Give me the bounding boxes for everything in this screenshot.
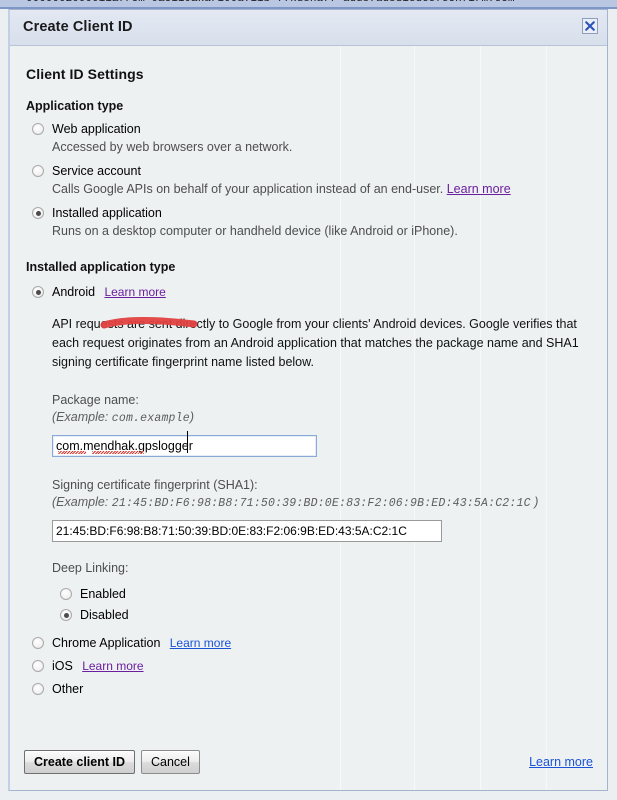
footer-learn-more-link[interactable]: Learn more bbox=[529, 755, 593, 769]
radio-desc-installed-application: Runs on a desktop computer or handheld d… bbox=[52, 224, 458, 238]
learn-more-link-chrome-application[interactable]: Learn more bbox=[170, 636, 231, 650]
radio-label-android: Android bbox=[52, 285, 96, 299]
radio-label-service-account: Service account bbox=[52, 164, 141, 178]
cancel-button[interactable]: Cancel bbox=[141, 750, 200, 774]
dialog-footer: Create client ID Cancel Learn more bbox=[10, 730, 607, 790]
browser-url-text: 0000002000011&from=0&o110&kar100a?11b+77… bbox=[26, 0, 514, 5]
radio-other[interactable] bbox=[32, 683, 44, 695]
radio-ios[interactable] bbox=[32, 660, 44, 672]
radio-desc-service-account-text: Calls Google APIs on behalf of your appl… bbox=[52, 182, 444, 196]
radio-label-deep-link-enabled: Enabled bbox=[80, 587, 126, 601]
dialog-title: Create Client ID bbox=[23, 19, 133, 35]
android-description: API requests are sent directly to Google… bbox=[52, 317, 579, 369]
learn-more-link-ios[interactable]: Learn more bbox=[82, 659, 143, 673]
learn-more-link-android[interactable]: Learn more bbox=[104, 285, 165, 299]
package-name-example: (Example: com.example) bbox=[52, 409, 581, 427]
radio-android[interactable] bbox=[32, 286, 44, 298]
create-client-id-button[interactable]: Create client ID bbox=[24, 750, 136, 774]
radio-row-installed-application[interactable]: Installed application Runs on a desktop … bbox=[24, 206, 593, 239]
radio-row-service-account[interactable]: Service account Calls Google APIs on beh… bbox=[24, 164, 593, 197]
sha1-label: Signing certificate fingerprint (SHA1): bbox=[52, 478, 258, 492]
package-name-example-prefix: (Example: bbox=[52, 410, 112, 424]
radio-installed-application[interactable] bbox=[32, 207, 44, 219]
learn-more-link-service-account[interactable]: Learn more bbox=[447, 182, 511, 196]
application-type-heading: Application type bbox=[26, 99, 124, 113]
deep-linking-label: Deep Linking: bbox=[52, 561, 129, 575]
installed-type-remaining-options: Chrome Application Learn more iOS Learn … bbox=[24, 636, 593, 698]
radio-deep-link-enabled[interactable] bbox=[60, 588, 72, 600]
radio-label-other: Other bbox=[52, 682, 84, 696]
create-client-id-dialog: Create Client ID Client ID Settings Appl… bbox=[8, 9, 608, 791]
radio-deep-link-disabled[interactable] bbox=[60, 609, 72, 621]
sha1-example-suffix: ) bbox=[530, 495, 539, 509]
sha1-example-prefix: (Example: bbox=[52, 495, 112, 509]
radio-desc-web-application: Accessed by web browsers over a network. bbox=[52, 140, 293, 154]
package-name-group: Package name: (Example: com.example) bbox=[52, 392, 581, 457]
sha1-input[interactable] bbox=[52, 520, 442, 542]
client-id-settings-heading: Client ID Settings bbox=[26, 66, 144, 82]
package-name-example-suffix: ) bbox=[189, 410, 195, 424]
android-details: API requests are sent directly to Google… bbox=[52, 315, 593, 622]
radio-label-ios: iOS bbox=[52, 659, 73, 673]
radio-label-web-application: Web application bbox=[52, 122, 141, 136]
radio-chrome-application[interactable] bbox=[32, 637, 44, 649]
radio-row-other[interactable]: Other bbox=[24, 682, 593, 698]
close-button[interactable] bbox=[582, 18, 598, 34]
dialog-body: Client ID Settings Application type Web … bbox=[10, 46, 607, 698]
radio-service-account[interactable] bbox=[32, 165, 44, 177]
radio-row-ios[interactable]: iOS Learn more bbox=[24, 659, 593, 675]
radio-label-installed-application: Installed application bbox=[52, 206, 162, 220]
package-name-label: Package name: bbox=[52, 393, 139, 407]
radio-desc-service-account: Calls Google APIs on behalf of your appl… bbox=[52, 182, 593, 197]
radio-row-android[interactable]: Android Learn more bbox=[24, 285, 593, 301]
sha1-group: Signing certificate fingerprint (SHA1): … bbox=[52, 477, 581, 542]
dialog-titlebar: Create Client ID bbox=[10, 10, 607, 46]
radio-label-deep-link-disabled: Disabled bbox=[80, 608, 129, 622]
radio-label-chrome-application: Chrome Application bbox=[52, 636, 161, 650]
radio-row-deep-link-disabled[interactable]: Disabled bbox=[52, 608, 581, 622]
sha1-example-value: 21:45:BD:F6:98:B8:71:50:39:BD:0E:83:F2:0… bbox=[111, 497, 531, 510]
deep-linking-group: Deep Linking: Enabled Disabled bbox=[52, 560, 581, 622]
package-name-input-wrap bbox=[52, 427, 317, 457]
radio-row-web-application[interactable]: Web application Accessed by web browsers… bbox=[24, 122, 593, 155]
sha1-example: (Example: 21:45:BD:F6:98:B8:71:50:39:BD:… bbox=[52, 494, 581, 512]
package-name-example-value: com.example bbox=[111, 412, 190, 425]
radio-row-deep-link-enabled[interactable]: Enabled bbox=[52, 587, 581, 601]
installed-application-type-heading: Installed application type bbox=[26, 260, 176, 274]
package-name-input[interactable] bbox=[52, 435, 317, 457]
browser-url-strip: 0000002000011&from=0&o110&kar100a?11b+77… bbox=[0, 0, 617, 9]
close-icon bbox=[583, 19, 597, 33]
radio-web-application[interactable] bbox=[32, 123, 44, 135]
radio-row-chrome-application[interactable]: Chrome Application Learn more bbox=[24, 636, 593, 652]
